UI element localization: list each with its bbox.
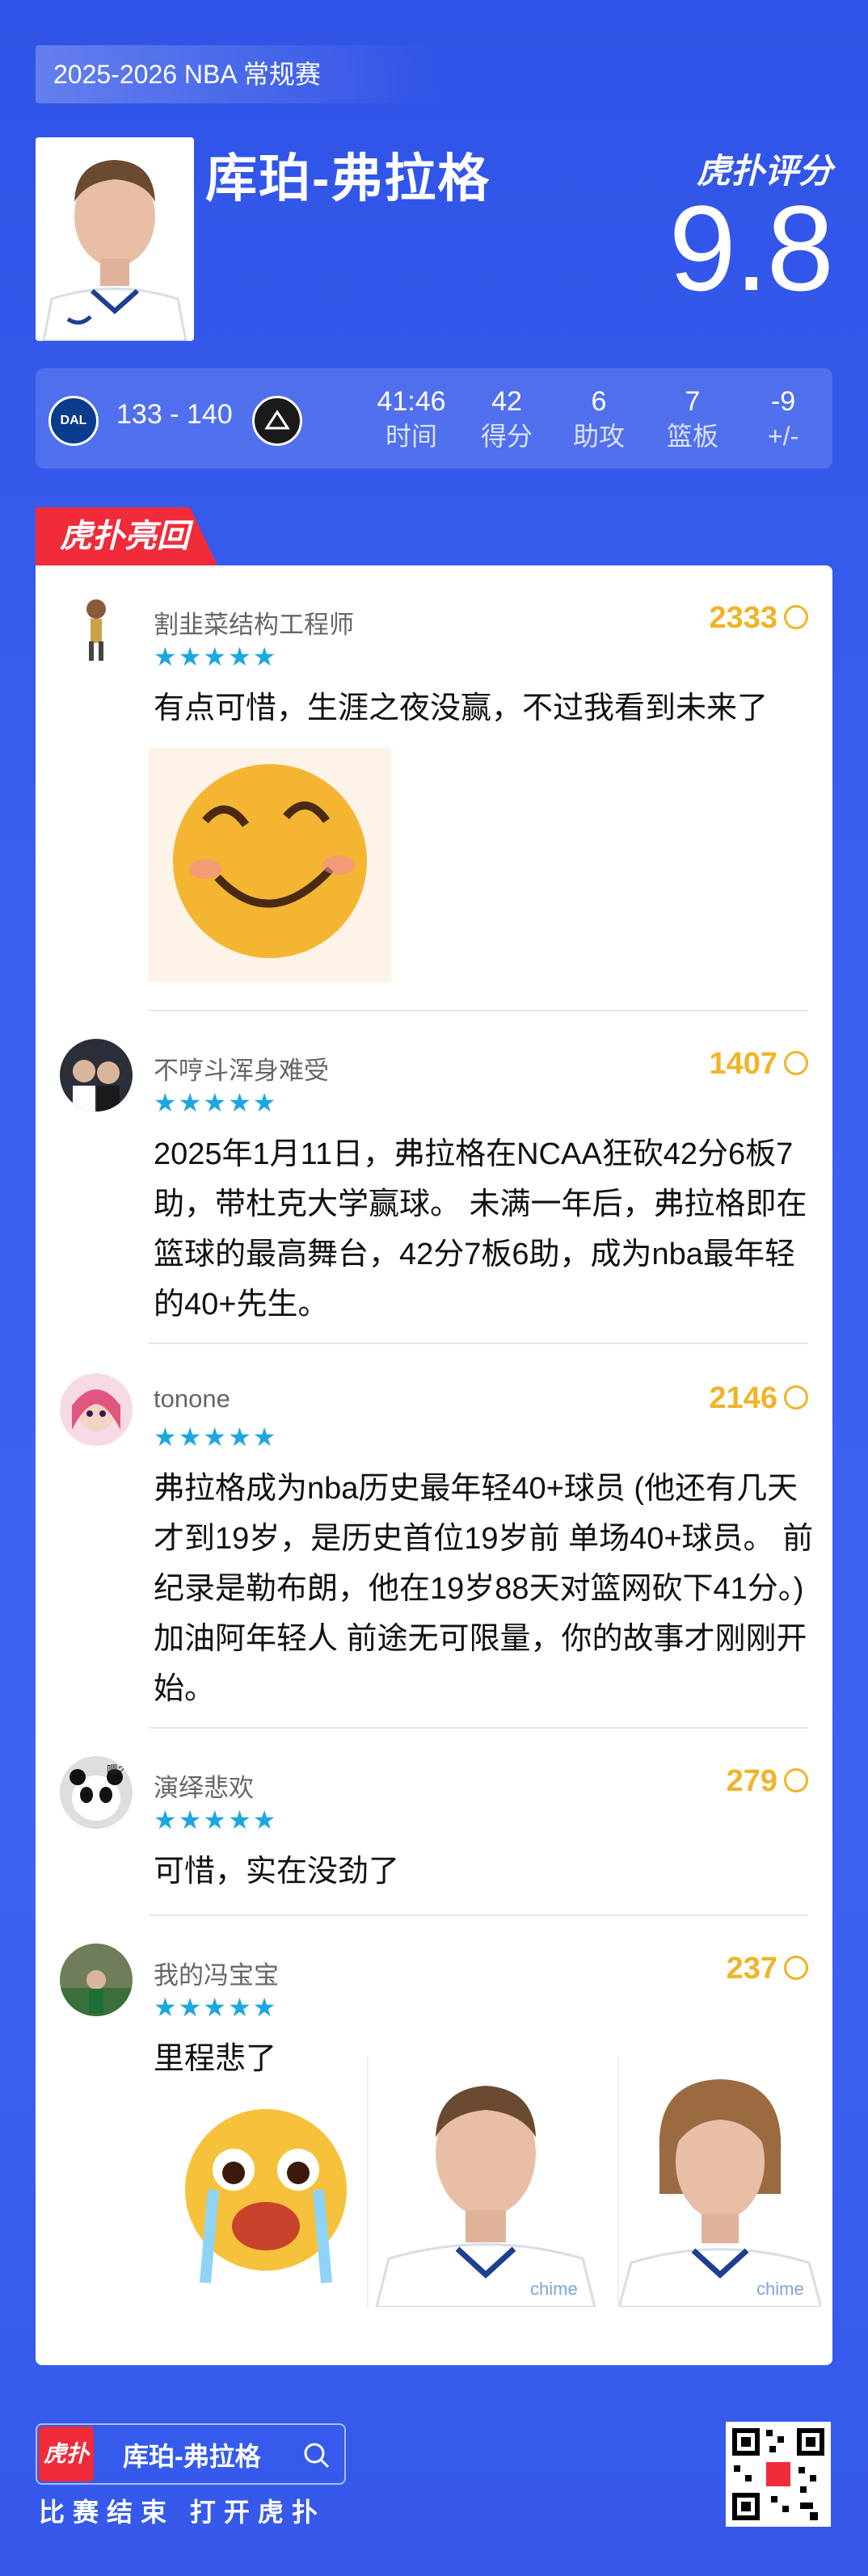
season-label: 2025-2026 NBA 常规赛 — [36, 45, 440, 103]
divider — [149, 1914, 808, 1916]
lightbulb-icon — [784, 1385, 808, 1410]
rating-stars: ★★★★★ — [154, 642, 278, 671]
rating-stars: ★★★★★ — [154, 1422, 278, 1452]
player-photo-2-image: chime — [617, 2057, 823, 2309]
stat-assists: 6 助攻 — [572, 386, 625, 451]
divider — [149, 1727, 808, 1729]
game-score: 133 - 140 — [116, 399, 233, 430]
comment-username[interactable]: 不哼斗浑身难受 — [154, 1050, 329, 1086]
divider — [149, 1343, 808, 1344]
comment-item: 嗯? 演绎悲欢 ★★★★★ 279 可惜，实在没劲了 — [36, 1756, 832, 1918]
section-label: 虎扑亮回复 — [36, 507, 217, 565]
player-photo-1-image: chime — [367, 2057, 603, 2309]
comment-text: 弗拉格成为nba历史最年轻40+球员 (他还有几天才到19岁，是历史首位19岁前… — [154, 1472, 814, 1706]
avatar — [60, 1039, 133, 1112]
dal-logo-icon: DAL — [48, 396, 99, 446]
like-count[interactable]: 279 — [727, 1764, 808, 1799]
comment-username[interactable]: tonone — [154, 1385, 230, 1414]
footer-search-box[interactable]: 虎扑 库珀-弗拉格 — [36, 2423, 346, 2485]
comment-item: 我的冯宝宝 ★★★★★ 237 里程悲了 chime chime — [36, 1944, 832, 2364]
like-count[interactable]: 2333 — [709, 601, 808, 636]
lightbulb-icon — [784, 1767, 808, 1792]
comment-item: tonone ★★★★★ 2146 弗拉格成为nba历史最年轻40+球员 (他还… — [36, 1373, 832, 1729]
player-name: 库珀-弗拉格 — [205, 149, 491, 208]
jersey-sponsor: chime — [756, 2279, 804, 2299]
comment-item: 割韭菜结构工程师 ★★★★★ 2333 有点可惜，生涯之夜没赢，不过我看到未来了 — [36, 593, 832, 1013]
player-rating: 9.8 — [668, 180, 834, 316]
stat-points: 42 得分 — [480, 386, 533, 451]
rating-stars: ★★★★★ — [154, 1805, 278, 1834]
player-header: 库珀-弗拉格 虎扑评分 9.8 — [36, 137, 834, 341]
comment-username[interactable]: 我的冯宝宝 — [154, 1955, 279, 1991]
opponent-logo-icon — [252, 396, 302, 446]
comment-text: 有点可惜，生涯之夜没赢，不过我看到未来了 — [154, 691, 769, 725]
comment-text: 可惜，实在没劲了 — [154, 1855, 400, 1889]
avatar — [60, 593, 133, 666]
stat-plus-minus: -9 +/- — [767, 386, 799, 451]
player-photo — [36, 137, 194, 341]
like-count[interactable]: 2146 — [709, 1381, 808, 1416]
footer-search-text: 库珀-弗拉格 — [123, 2442, 261, 2471]
avatar — [60, 1373, 133, 1446]
footer-tagline: 比赛结束 打开虎扑 — [39, 2498, 326, 2527]
comment-username[interactable]: 演绎悲欢 — [154, 1767, 254, 1804]
lightbulb-icon — [784, 1955, 808, 1980]
rating-stars: ★★★★★ — [154, 1088, 278, 1117]
comments-card: 割韭菜结构工程师 ★★★★★ 2333 有点可惜，生涯之夜没赢，不过我看到未来了… — [36, 565, 832, 2365]
avatar — [60, 1944, 133, 2016]
like-count[interactable]: 237 — [727, 1952, 808, 1986]
jersey-sponsor: chime — [530, 2279, 578, 2299]
hupu-logo: 虎扑 — [39, 2427, 94, 2481]
lightbulb-icon — [784, 604, 808, 629]
avatar-caption: 嗯? — [107, 1763, 124, 1776]
divider — [149, 1010, 808, 1011]
home-team-abbr: DAL — [60, 414, 87, 427]
game-stats-bar: DAL 133 - 140 41:46 时间 42 得分 6 助攻 7 篮板 -9 +/- — [36, 368, 832, 469]
comment-username[interactable]: 割韭菜结构工程师 — [154, 604, 354, 641]
comment-item: 不哼斗浑身难受 ★★★★★ 1407 2025年1月11日，弗拉格在NCAA狂砍… — [36, 1039, 832, 1346]
lightbulb-icon — [784, 1050, 808, 1075]
comment-text: 2025年1月11日，弗拉格在NCAA狂砍42分6板7助，带杜克大学赢球。 未满… — [154, 1137, 807, 1322]
search-icon — [304, 2443, 330, 2469]
stat-rebounds: 7 篮板 — [666, 386, 718, 451]
crying-emoji-sticker-image — [157, 2089, 375, 2307]
smiley-sticker-image — [149, 748, 391, 982]
qr-code[interactable] — [726, 2422, 831, 2527]
avatar: 嗯? — [60, 1756, 133, 1829]
stat-time: 41:46 时间 — [377, 386, 446, 451]
rating-stars: ★★★★★ — [154, 1993, 278, 2022]
like-count[interactable]: 1407 — [709, 1047, 808, 1082]
